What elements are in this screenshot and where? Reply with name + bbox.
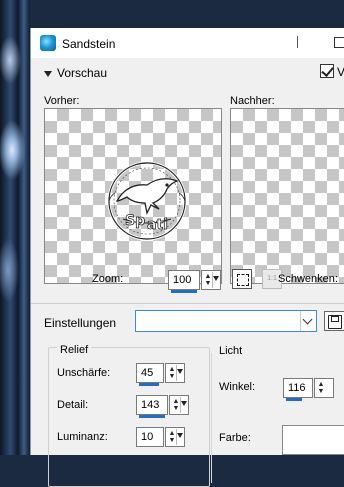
blur-label: Unschärfe: [57,367,111,379]
fit-window-button[interactable] [232,269,252,289]
section-divider [31,303,344,304]
zoom-value: 100 [173,274,192,286]
zoom-label: Zoom: [92,273,124,285]
angle-label: Winkel: [219,381,256,393]
settings-label: Einstellungen [44,316,117,330]
detail-input[interactable]: 143 ▲ ▼ [136,395,189,418]
chevron-down-icon[interactable] [181,401,187,406]
svg-text:ati: ati [147,217,168,233]
up-down-arrows-icon: ▲ ▼ [172,398,180,412]
preview-checkbox[interactable] [320,64,334,78]
save-preset-button[interactable] [324,311,344,331]
blur-slider-track[interactable] [139,383,159,386]
luminance-label: Luminanz: [57,431,108,443]
preview-toggle[interactable]: Vorschau [44,66,107,80]
before-label: Vorher: [44,95,80,107]
light-separator [211,353,212,483]
chevron-down-icon[interactable] [213,276,219,281]
window-title: Sandstein [62,37,116,51]
zoom-stepper[interactable]: ▲ ▼ [201,270,221,290]
paintshop-icon [40,35,56,51]
blur-input[interactable]: 45 ▲ ▼ [136,363,185,386]
angle-slider-track[interactable] [286,398,302,401]
chevron-down-icon[interactable] [300,311,316,331]
up-down-arrows-icon: ▲ ▼ [168,366,176,380]
restore-button[interactable] [334,37,344,48]
preview-checkbox-label: V [337,65,344,79]
luminance-value: 10 [141,431,154,443]
light-color-swatch[interactable] [282,425,344,455]
up-down-arrows-icon: ▲ ▼ [168,430,176,444]
blur-stepper[interactable]: ▲ ▼ [165,363,185,383]
bird-stamp-image: Sp ati [107,161,187,241]
light-title: Licht [219,345,243,357]
detail-stepper[interactable]: ▲ ▼ [169,395,189,415]
chevron-down-icon[interactable] [177,369,183,374]
relief-title: Relief [57,344,92,356]
preview-toggle-label: Vorschau [57,66,108,80]
svg-text:Sp: Sp [125,213,145,229]
angle-input[interactable]: 116 ▲ ▼ [283,378,334,401]
detail-value: 143 [141,399,160,411]
triangle-down-icon [44,70,52,77]
up-down-arrows-icon: ▲ ▼ [204,273,212,287]
blur-value: 45 [141,367,154,379]
zoom-input[interactable]: 100 ▲ ▼ [168,270,221,293]
detail-slider-track[interactable] [139,415,165,418]
minimize-button[interactable] [297,36,307,48]
chevron-down-icon[interactable] [177,433,183,438]
after-preview[interactable] [230,108,344,284]
pan-label: Schwenken: [278,273,338,285]
sandstein-dialog: Sandstein Vorschau V Vorher: Nachher: Sp… [30,28,344,487]
color-label: Farbe: [219,432,251,444]
up-down-arrows-icon: ▲ ▼ [317,381,325,395]
zoom-slider-track[interactable] [171,290,197,293]
settings-preset-combo[interactable] [135,310,317,332]
title-bar: Sandstein [31,28,344,58]
angle-value: 116 [288,382,306,394]
luminance-stepper[interactable]: ▲ ▼ [165,427,185,447]
angle-stepper[interactable]: ▲ ▼ [314,378,334,398]
before-preview[interactable]: Sp ati [44,108,222,284]
luminance-input[interactable]: 10 ▲ ▼ [136,427,185,447]
detail-label: Detail: [57,399,89,411]
after-label: Nachher: [230,95,275,107]
desktop-background [0,0,30,455]
